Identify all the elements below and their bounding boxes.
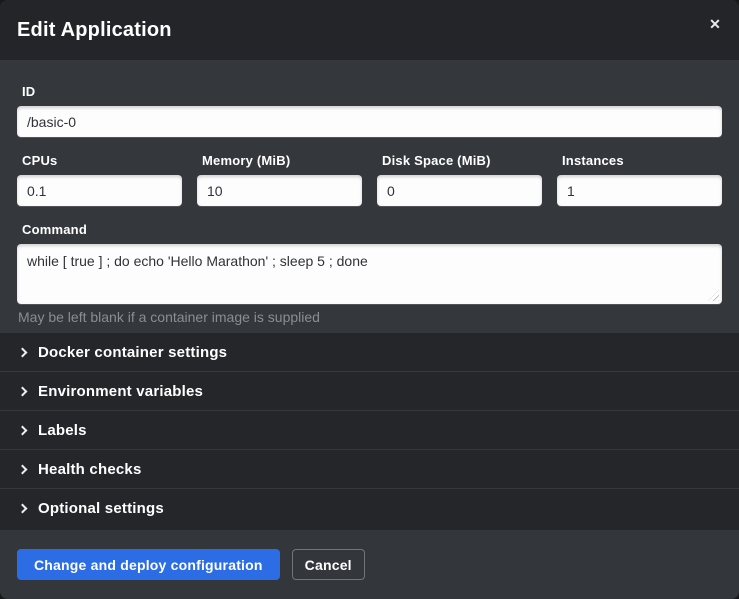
application-form: ID CPUs Memory (MiB) Disk Space (MiB) In… — [0, 60, 739, 333]
command-input[interactable]: while [ true ] ; do echo 'Hello Marathon… — [17, 244, 722, 304]
section-label: Health checks — [38, 461, 141, 478]
section-labels[interactable]: Labels — [0, 411, 739, 450]
section-docker-container-settings[interactable]: Docker container settings — [0, 333, 739, 372]
id-field-group: ID — [17, 84, 722, 137]
section-label: Optional settings — [38, 500, 164, 517]
section-label: Environment variables — [38, 383, 203, 400]
chevron-right-icon — [18, 386, 28, 396]
modal-footer: Change and deploy configuration Cancel — [0, 530, 739, 599]
disk-label: Disk Space (MiB) — [377, 153, 542, 168]
memory-label: Memory (MiB) — [197, 153, 362, 168]
chevron-right-icon — [18, 347, 28, 357]
resources-row: CPUs Memory (MiB) Disk Space (MiB) Insta… — [17, 153, 722, 206]
disk-input[interactable] — [377, 175, 542, 206]
modal-title: Edit Application — [17, 19, 172, 42]
section-label: Docker container settings — [38, 344, 227, 361]
command-field-group: Command while [ true ] ; do echo 'Hello … — [17, 222, 722, 325]
close-icon[interactable]: ✕ — [704, 13, 726, 35]
instances-input[interactable] — [557, 175, 722, 206]
cpus-field-group: CPUs — [17, 153, 182, 206]
instances-field-group: Instances — [557, 153, 722, 206]
memory-input[interactable] — [197, 175, 362, 206]
cpus-input[interactable] — [17, 175, 182, 206]
change-and-deploy-button[interactable]: Change and deploy configuration — [17, 549, 280, 580]
modal-header: Edit Application ✕ — [0, 0, 739, 60]
id-input[interactable] — [17, 106, 722, 137]
section-optional-settings[interactable]: Optional settings — [0, 489, 739, 528]
settings-accordion: Docker container settings Environment va… — [0, 333, 739, 530]
section-environment-variables[interactable]: Environment variables — [0, 372, 739, 411]
chevron-right-icon — [18, 425, 28, 435]
chevron-right-icon — [18, 504, 28, 514]
chevron-right-icon — [18, 464, 28, 474]
instances-label: Instances — [557, 153, 722, 168]
cancel-button[interactable]: Cancel — [292, 549, 365, 580]
command-help-text: May be left blank if a container image i… — [17, 309, 722, 325]
section-health-checks[interactable]: Health checks — [0, 450, 739, 489]
section-label: Labels — [38, 422, 87, 439]
memory-field-group: Memory (MiB) — [197, 153, 362, 206]
cpus-label: CPUs — [17, 153, 182, 168]
command-textarea-wrap: while [ true ] ; do echo 'Hello Marathon… — [17, 244, 722, 304]
disk-field-group: Disk Space (MiB) — [377, 153, 542, 206]
command-label: Command — [17, 222, 722, 237]
edit-application-modal: Edit Application ✕ ID CPUs Memory (MiB) … — [0, 0, 739, 599]
id-label: ID — [17, 84, 722, 99]
